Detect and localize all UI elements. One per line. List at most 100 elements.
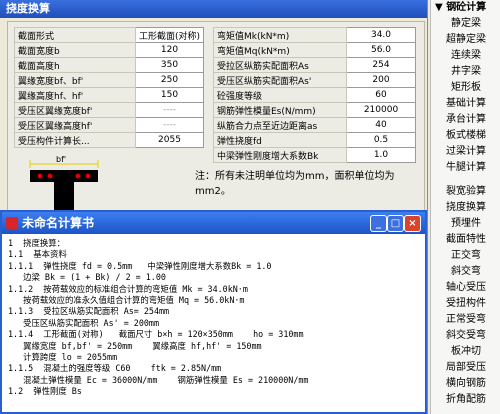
report-line: 混凝土弹性模量 Ec = 36000N/mm 钢筋弹性模量 Es = 21000… <box>8 374 309 385</box>
param-value-field[interactable]: 1.0 <box>346 147 416 163</box>
param-label: 受压区翼缘宽度bf' <box>14 102 136 118</box>
param-value-field[interactable]: 200 <box>346 72 416 88</box>
sidebar-group-title: 钢砼计算 <box>446 2 487 13</box>
sidebar: ▼ 钢砼计算 静定梁 超静定梁 连续梁 井字梁 矩形板 基础计算 承台计算 板式楼梯 过梁计算牛… <box>430 0 500 414</box>
sidebar-item[interactable]: 板式楼梯 <box>431 128 500 144</box>
report-line: 翼缘宽度 bf,bf' = 250mm 翼缘高度 hf,hf' = 150mm <box>8 340 262 351</box>
param-value-field: ---- <box>134 102 205 118</box>
sidebar-item[interactable]: 轴心受压 <box>431 280 500 296</box>
report-line: 1.1.1 弹性挠度 fd = 0.5mm 中梁弹性刚度增大系数Bk = 1.0 <box>8 260 272 271</box>
sidebar-item[interactable]: 斜交受弯 <box>431 328 500 344</box>
sidebar-item[interactable]: 挠度换算 <box>431 200 500 216</box>
report-line: 受压区纵筋实配面积 As' = 200mm <box>8 317 160 328</box>
param-row: 截面高度h 350 <box>14 57 205 73</box>
param-label: 截面宽度b <box>14 42 136 58</box>
sidebar-item[interactable]: 矩形板 <box>431 80 500 96</box>
sidebar-item[interactable]: 井字梁 <box>431 64 500 80</box>
chevron-down-icon: ▼ <box>435 2 443 13</box>
param-row: 翼缘宽度bf、bf' 250 <box>14 72 205 88</box>
sidebar-item[interactable]: 板冲切 <box>431 344 500 360</box>
param-row: 纵筋合力点至近边距离as 40 <box>213 117 416 133</box>
param-value-field[interactable]: 2055 <box>134 132 205 148</box>
report-line: 边梁 Bk = (1 + Bk) / 2 = 1.00 <box>8 272 166 283</box>
section-diagram: bf' <box>29 156 99 216</box>
app-icon <box>6 217 18 229</box>
sidebar-item[interactable]: 基础计算 <box>431 96 500 112</box>
main-window-title: 挠度换算 <box>0 0 427 18</box>
diagram-label: bf' <box>56 156 66 164</box>
param-label: 截面高度h <box>14 57 136 73</box>
param-label: 中梁弹性刚度增大系数Bk <box>213 147 347 163</box>
report-line: 1.1.3 受拉区纵筋实配面积 As= 254mm <box>8 306 170 317</box>
sidebar-item[interactable]: 受扭构件 <box>431 296 500 312</box>
sidebar-item[interactable]: 连续梁 <box>431 48 500 64</box>
sidebar-group-header[interactable]: ▼ 钢砼计算 <box>431 0 500 16</box>
param-label: 弯矩值Mq(kN*m) <box>213 42 347 58</box>
param-label: 弯矩值Mk(kN*m) <box>213 27 347 43</box>
param-row: 截面形式 工形截面(对称) <box>14 27 205 43</box>
sidebar-divider <box>431 176 500 184</box>
sidebar-item[interactable]: 超静定梁 <box>431 32 500 48</box>
left-params-table: 截面形式 工形截面(对称) 截面宽度b 120 截面高度h 350 翼缘宽度bf、bf' 25… <box>14 27 205 148</box>
param-value-field[interactable]: 40 <box>346 117 416 133</box>
param-label: 受压区翼缘高度hf' <box>14 117 136 133</box>
units-note: 注：所有未注明单位均为mm，面积单位均为mm2。 <box>195 171 395 197</box>
sidebar-item[interactable]: 预埋件 <box>431 216 500 232</box>
report-line: 1.1.4 工形截面(对称) 截面尺寸 b×h = 120×350mm ho =… <box>8 329 304 340</box>
report-line: 1 挠度换算： <box>8 238 66 248</box>
sidebar-item[interactable]: 静定梁 <box>431 16 500 32</box>
report-window: 未命名计算书 _ □ × 1 挠度换算： 1.1 基本资料 1.1.1 弹性挠度 f… <box>0 210 427 414</box>
sidebar-item[interactable]: 牛腿计算 <box>431 160 500 176</box>
param-label: 受拉区纵筋实配面积As <box>213 57 347 73</box>
sidebar-item[interactable]: 折角配筋 <box>431 392 500 408</box>
sidebar-item[interactable]: 过梁计算 <box>431 144 500 160</box>
param-label: 纵筋合力点至近边距离as <box>213 117 347 133</box>
sidebar-item[interactable]: 斜交弯 <box>431 264 500 280</box>
maximize-button[interactable]: □ <box>387 215 404 232</box>
close-button[interactable]: × <box>404 215 421 232</box>
report-line: 1.1 基本资料 <box>8 249 67 260</box>
param-row: 中梁弹性刚度增大系数Bk 1.0 <box>213 147 416 163</box>
minimize-button[interactable]: _ <box>370 215 387 232</box>
sidebar-item[interactable]: 横向钢筋 <box>431 376 500 392</box>
param-label: 弹性挠度fd <box>213 132 347 148</box>
param-row: 钢筋弹性模量Es(N/mm) 210000 <box>213 102 416 118</box>
report-window-titlebar[interactable]: 未命名计算书 _ □ × <box>2 212 425 234</box>
sidebar-item[interactable]: 截面特性 <box>431 232 500 248</box>
report-line: 1.1.5 混凝土的强度等级 C60 ftk = 2.85N/mm <box>8 363 222 374</box>
sidebar-item[interactable]: 正交弯 <box>431 248 500 264</box>
report-line: 1.2 弹性刚度 Bs <box>8 386 82 397</box>
param-value-field[interactable]: 56.0 <box>346 42 416 58</box>
param-row: 受拉区纵筋实配面积As 254 <box>213 57 416 73</box>
param-value-field[interactable]: 工形截面(对称) <box>134 27 205 43</box>
param-row: 受压区翼缘宽度bf' ---- <box>14 102 205 118</box>
param-label: 翼缘宽度bf、bf' <box>14 72 136 88</box>
report-window-title: 未命名计算书 <box>22 216 95 230</box>
param-value-field[interactable]: 210000 <box>346 102 416 118</box>
param-label: 钢筋弹性模量Es(N/mm) <box>213 102 347 118</box>
param-row: 弯矩值Mk(kN*m) 34.0 <box>213 27 416 43</box>
sidebar-item[interactable]: 裂宽验算 <box>431 184 500 200</box>
param-row: 弯矩值Mq(kN*m) 56.0 <box>213 42 416 58</box>
param-label: 翼缘高度hf、hf' <box>14 87 136 103</box>
report-line: 计算跨度 lo = 2055mm <box>8 352 118 363</box>
param-row: 受压构件计算长... 2055 <box>14 132 205 148</box>
param-row: 受压区纵筋实配面积As' 200 <box>213 72 416 88</box>
param-value-field[interactable]: 60 <box>346 87 416 103</box>
param-row: 截面宽度b 120 <box>14 42 205 58</box>
param-row: 砼强度等级 60 <box>213 87 416 103</box>
sidebar-item[interactable]: 局部受压 <box>431 360 500 376</box>
param-value-field[interactable]: 150 <box>134 87 205 103</box>
report-text-area[interactable]: 1 挠度换算： 1.1 基本资料 1.1.1 弹性挠度 fd = 0.5mm 中梁弹… <box>2 234 425 412</box>
param-row: 翼缘高度hf、hf' 150 <box>14 87 205 103</box>
param-value-field[interactable]: 350 <box>134 57 205 73</box>
param-value-field[interactable]: 254 <box>346 57 416 73</box>
param-value-field[interactable]: 250 <box>134 72 205 88</box>
param-label: 截面形式 <box>14 27 136 43</box>
param-value-field[interactable]: 0.5 <box>346 132 416 148</box>
param-value-field[interactable]: 34.0 <box>346 27 416 43</box>
sidebar-item[interactable]: 正常受弯 <box>431 312 500 328</box>
sidebar-item[interactable]: 承台计算 <box>431 112 500 128</box>
param-value-field[interactable]: 120 <box>134 42 205 58</box>
report-line: 1.1.2 按荷载效应的标准组合计算的弯矩值 Mk = 34.0kN·m <box>8 283 248 294</box>
